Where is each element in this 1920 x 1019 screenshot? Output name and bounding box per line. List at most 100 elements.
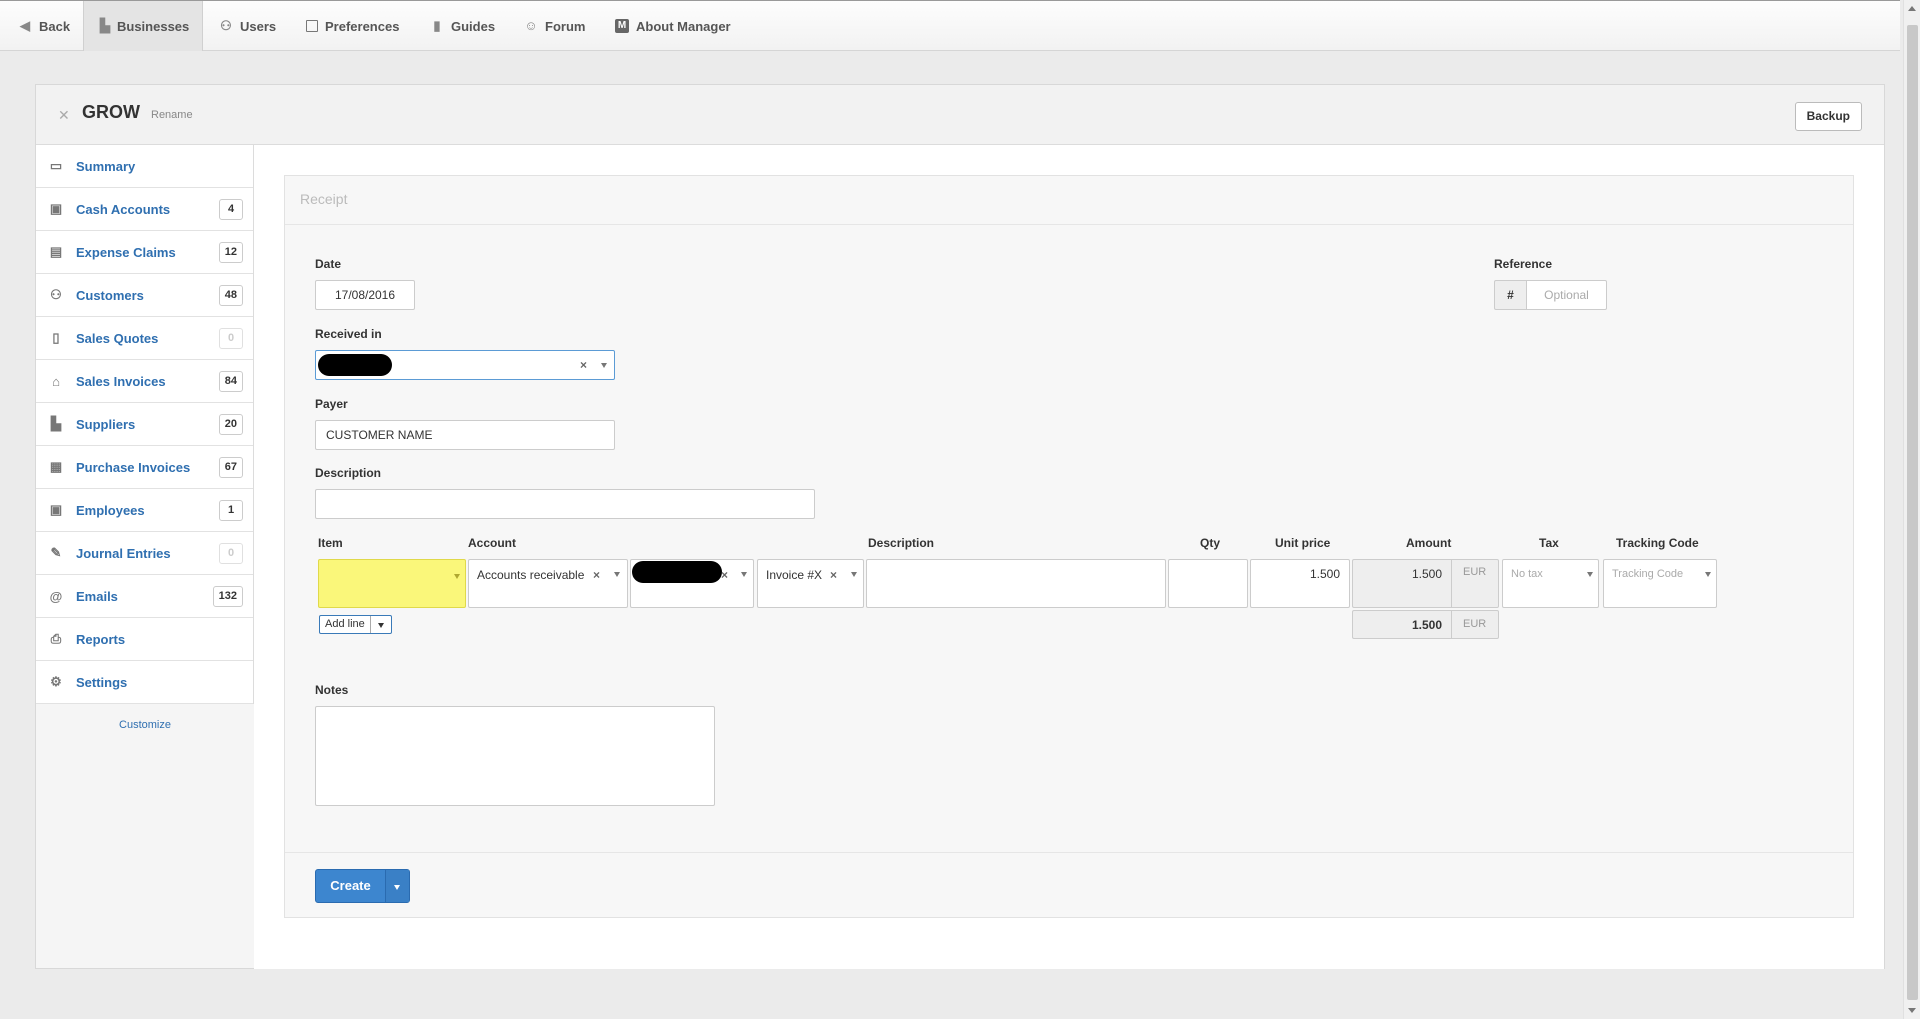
invoice-select[interactable]: Invoice #X × <box>757 559 864 608</box>
invoice-value: Invoice #X <box>766 568 823 582</box>
notes-textarea[interactable] <box>315 706 715 806</box>
col-tracking-code: Tracking Code <box>1616 536 1699 550</box>
nav-preferences[interactable]: Preferences <box>290 1 415 51</box>
clear-icon[interactable]: × <box>830 568 837 582</box>
backup-button[interactable]: Backup <box>1794 102 1862 131</box>
preferences-icon <box>306 20 318 32</box>
unit-price-input[interactable]: 1.500 <box>1250 559 1350 608</box>
clear-icon[interactable]: × <box>593 568 600 582</box>
account-select[interactable]: Accounts receivable × <box>468 559 628 608</box>
chevron-down-icon[interactable] <box>1587 572 1593 577</box>
payer-label: Payer <box>315 397 348 411</box>
chevron-down-icon[interactable] <box>601 363 607 368</box>
sidebar-item-sales-quotes[interactable]: ▯ Sales Quotes 0 <box>36 317 253 360</box>
form-footer: Create <box>285 852 1853 917</box>
nav-businesses[interactable]: ▙ Businesses <box>83 1 203 51</box>
received-in-label: Received in <box>315 327 382 341</box>
users-icon: ⚇ <box>220 18 232 33</box>
close-icon[interactable]: ✕ <box>58 107 70 124</box>
nav-about-manager[interactable]: M About Manager <box>599 1 747 51</box>
summary-icon: ▭ <box>49 158 63 173</box>
sidebar-item-emails[interactable]: @ Emails 132 <box>36 575 253 618</box>
reference-hash: # <box>1494 280 1526 310</box>
sidebar-item-purchase-invoices[interactable]: ▦ Purchase Invoices 67 <box>36 446 253 489</box>
col-item: Item <box>318 536 343 550</box>
count-badge: 4 <box>219 199 243 220</box>
sidebar-item-sales-invoices[interactable]: ⌂ Sales Invoices 84 <box>36 360 253 403</box>
scroll-up-icon[interactable] <box>1908 6 1916 11</box>
chevron-down-icon[interactable] <box>454 574 460 579</box>
buildings-icon: ▙ <box>100 18 110 33</box>
gears-icon: ⚙ <box>50 674 62 689</box>
sidebar-item-customers[interactable]: ⚇ Customers 48 <box>36 274 253 317</box>
col-amount: Amount <box>1406 536 1452 550</box>
business-name: GROW <box>82 102 140 122</box>
chevron-down-icon[interactable] <box>851 572 857 577</box>
chevron-down-icon <box>377 623 384 628</box>
add-line-button[interactable]: Add line <box>319 615 392 634</box>
id-card-icon: ▣ <box>49 502 63 517</box>
cash-icon: ▣ <box>49 201 63 216</box>
sidebar-item-summary[interactable]: ▭ Summary <box>36 145 253 188</box>
chevron-down-icon[interactable] <box>741 572 747 577</box>
printer-icon: ⎙ <box>50 631 62 646</box>
inbox-icon: ⌂ <box>52 373 60 389</box>
business-panel: ✕ GROW Rename Backup ▭ Summary ▣ Cash Ac… <box>35 84 1885 969</box>
add-line-label: Add line <box>320 616 371 633</box>
amount-value: 1.500 <box>1411 567 1442 581</box>
sidebar-item-journal-entries[interactable]: ✎ Journal Entries 0 <box>36 532 253 575</box>
back-arrow-icon: ◀ <box>20 18 30 33</box>
col-qty: Qty <box>1200 536 1221 550</box>
tracking-code-select[interactable]: Tracking Code <box>1603 559 1717 608</box>
notes-label: Notes <box>315 683 349 697</box>
sidebar-item-reports[interactable]: ⎙ Reports <box>36 618 253 661</box>
top-navigation: ◀ Back ▙ Businesses ⚇ Users Preferences … <box>0 0 1900 51</box>
add-line-dropdown[interactable] <box>371 616 391 633</box>
customer-select[interactable]: × <box>630 559 754 608</box>
col-description: Description <box>868 536 935 550</box>
scroll-down-icon[interactable] <box>1908 1008 1916 1013</box>
reference-input[interactable]: Optional <box>1526 280 1607 310</box>
sidebar-item-expense-claims[interactable]: ▤ Expense Claims 12 <box>36 231 253 274</box>
rename-link[interactable]: Rename <box>151 109 193 121</box>
date-input[interactable]: 17/08/2016 <box>315 280 415 310</box>
vertical-scrollbar[interactable] <box>1903 0 1920 1019</box>
qty-input[interactable] <box>1168 559 1248 608</box>
payer-input[interactable]: CUSTOMER NAME <box>315 420 615 450</box>
count-badge: 84 <box>218 371 243 392</box>
create-button[interactable]: Create <box>315 869 410 903</box>
reference-placeholder: Optional <box>1544 288 1589 302</box>
sidebar-item-settings[interactable]: ⚙ Settings <box>36 661 253 704</box>
form-title: Receipt <box>285 176 1853 225</box>
customers-icon: ⚇ <box>50 287 62 302</box>
count-badge: 20 <box>218 414 243 435</box>
received-in-select[interactable]: × <box>315 350 615 380</box>
sidebar-item-employees[interactable]: ▣ Employees 1 <box>36 489 253 532</box>
clear-icon[interactable]: × <box>580 358 587 372</box>
item-select[interactable] <box>318 559 466 608</box>
clear-icon[interactable]: × <box>721 568 728 582</box>
scrollbar-thumb[interactable] <box>1907 25 1918 1000</box>
chevron-down-icon[interactable] <box>614 572 620 577</box>
nav-guides[interactable]: ▮ Guides <box>414 1 511 51</box>
calendar-icon: ▦ <box>49 459 63 474</box>
customize-link[interactable]: Customize <box>36 719 254 731</box>
nav-back[interactable]: ◀ Back <box>2 1 86 51</box>
sidebar-item-cash-accounts[interactable]: ▣ Cash Accounts 4 <box>36 188 253 231</box>
create-dropdown[interactable] <box>386 870 409 902</box>
reference-label: Reference <box>1494 257 1553 271</box>
count-badge: 48 <box>218 285 243 306</box>
business-header: ✕ GROW Rename Backup <box>36 85 1884 145</box>
create-label: Create <box>316 870 386 902</box>
col-account: Account <box>468 536 516 550</box>
chevron-down-icon[interactable] <box>1705 572 1711 577</box>
tax-select[interactable]: No tax <box>1502 559 1599 608</box>
redacted-account <box>318 354 392 376</box>
line-description-input[interactable] <box>866 559 1166 608</box>
nav-forum[interactable]: ☺ Forum <box>508 1 601 51</box>
sidebar-item-suppliers[interactable]: ▙ Suppliers 20 <box>36 403 253 446</box>
chat-icon: ☺ <box>524 18 538 33</box>
chevron-down-icon <box>394 885 400 890</box>
nav-users[interactable]: ⚇ Users <box>203 1 292 51</box>
description-input[interactable] <box>315 489 815 519</box>
